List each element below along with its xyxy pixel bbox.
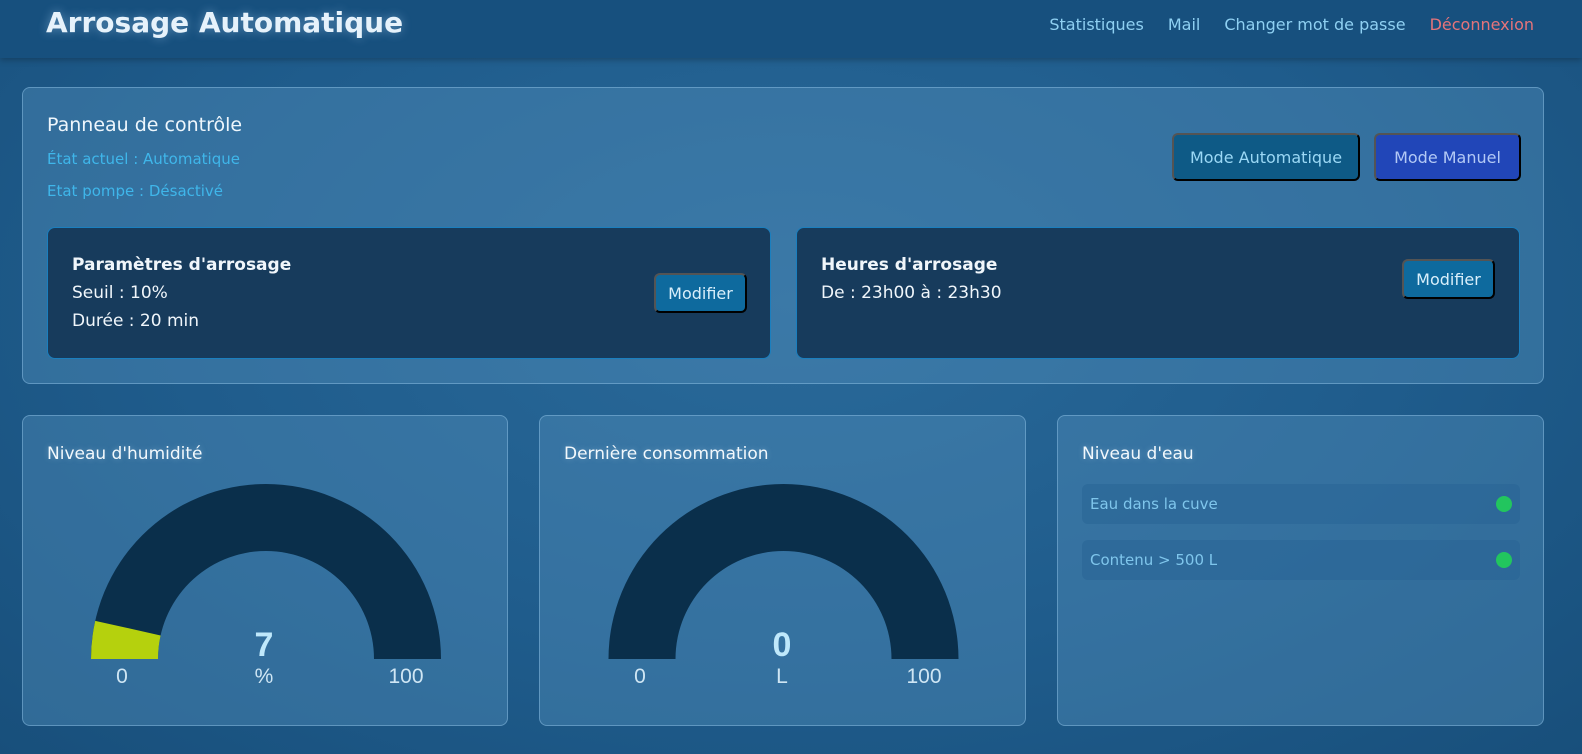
humidity-card: Niveau d'humidité 7 % 0 100 bbox=[22, 415, 508, 726]
consumption-min-label: 0 bbox=[634, 665, 646, 688]
edit-hours-button[interactable]: Modifier bbox=[1402, 259, 1495, 299]
mode-manual-button[interactable]: Mode Manuel bbox=[1374, 133, 1521, 181]
duration-text: Durée : 20 min bbox=[72, 311, 200, 331]
humidity-min-label: 0 bbox=[116, 665, 128, 688]
watering-params-title: Paramètres d'arrosage bbox=[72, 255, 292, 275]
water-level-title: Niveau d'eau bbox=[1082, 444, 1194, 464]
nav-link-logout[interactable]: Déconnexion bbox=[1430, 15, 1534, 34]
water-level-item: Contenu > 500 L bbox=[1082, 540, 1520, 580]
watering-hours-title: Heures d'arrosage bbox=[821, 255, 998, 275]
status-indicator-dot bbox=[1496, 552, 1512, 568]
control-panel: Panneau de contrôle État actuel : Automa… bbox=[22, 87, 1544, 384]
humidity-unit: % bbox=[255, 665, 274, 688]
hours-range-text: De : 23h00 à : 23h30 bbox=[821, 283, 1002, 303]
consumption-value: 0 bbox=[773, 626, 792, 664]
status-indicator-dot bbox=[1496, 496, 1512, 512]
consumption-gauge: 0 L 0 100 bbox=[608, 484, 959, 688]
humidity-gauge: 7 % 0 100 bbox=[91, 484, 441, 688]
consumption-unit: L bbox=[776, 665, 788, 688]
edit-params-button[interactable]: Modifier bbox=[654, 273, 747, 313]
watering-params-card: Paramètres d'arrosage Seuil : 10% Durée … bbox=[47, 227, 771, 359]
consumption-max-label: 100 bbox=[906, 665, 941, 688]
consumption-card: Dernière consommation 0 L 0 100 bbox=[539, 415, 1026, 726]
water-level-card: Niveau d'eau Eau dans la cuve Contenu > … bbox=[1057, 415, 1544, 726]
nav-link-statistics[interactable]: Statistiques bbox=[1049, 15, 1143, 34]
pump-state-text: Etat pompe : Désactivé bbox=[47, 182, 224, 200]
water-level-item: Eau dans la cuve bbox=[1082, 484, 1520, 524]
control-panel-title: Panneau de contrôle bbox=[47, 114, 243, 136]
top-navbar: Arrosage Automatique Statistiques Mail C… bbox=[0, 0, 1582, 58]
water-level-label: Eau dans la cuve bbox=[1090, 495, 1218, 513]
threshold-text: Seuil : 10% bbox=[72, 283, 168, 303]
main-nav: Statistiques Mail Changer mot de passe D… bbox=[1049, 15, 1534, 34]
mode-automatic-button[interactable]: Mode Automatique bbox=[1172, 133, 1360, 181]
watering-hours-card: Heures d'arrosage De : 23h00 à : 23h30 M… bbox=[796, 227, 1520, 359]
nav-link-mail[interactable]: Mail bbox=[1168, 15, 1201, 34]
nav-link-change-password[interactable]: Changer mot de passe bbox=[1224, 15, 1405, 34]
current-state-text: État actuel : Automatique bbox=[47, 150, 240, 168]
water-level-label: Contenu > 500 L bbox=[1090, 551, 1218, 569]
humidity-value: 7 bbox=[255, 626, 274, 664]
app-title: Arrosage Automatique bbox=[46, 6, 404, 39]
humidity-max-label: 100 bbox=[388, 665, 423, 688]
